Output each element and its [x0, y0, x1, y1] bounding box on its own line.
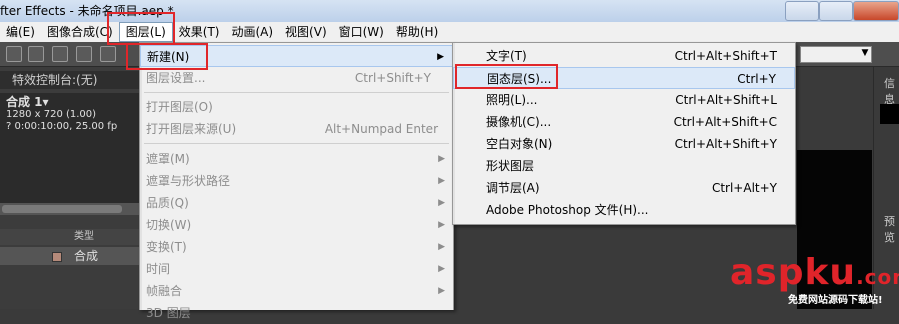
submenu-arrow-icon: ▶: [437, 52, 444, 62]
menu-item-shortcut: Ctrl+Alt+Shift+C: [673, 115, 777, 129]
menu-item-camera[interactable]: 摄像机(C)... Ctrl+Alt+Shift+C: [453, 111, 795, 133]
menu-item-shortcut: Ctrl+Shift+Y: [354, 71, 431, 85]
menu-item-label: 图层设置...: [146, 71, 206, 85]
horizontal-scrollbar[interactable]: [0, 203, 140, 215]
submenu-arrow-icon: ▶: [438, 264, 445, 274]
menu-animation[interactable]: 动画(A): [225, 23, 279, 41]
menu-item-shortcut: Alt+Numpad Enter: [324, 122, 438, 136]
menu-item-mask-shape-path[interactable]: 遮罩与形状路径 ▶: [140, 170, 453, 192]
menu-item-label: 调节层(A): [486, 181, 540, 195]
menu-item-label: 形状图层: [486, 159, 535, 173]
menu-item-label: 空白对象(N): [486, 137, 553, 151]
menu-item-light[interactable]: 照明(L)... Ctrl+Alt+Shift+L: [453, 89, 795, 111]
menu-item-transform[interactable]: 变换(T) ▶: [140, 236, 453, 258]
watermark-logo: aspku.com: [730, 252, 899, 293]
list-item[interactable]: 合成: [0, 247, 140, 265]
menu-view[interactable]: 视图(V): [279, 23, 333, 41]
annotation-highlight-new: [126, 43, 208, 70]
menu-help[interactable]: 帮助(H): [390, 23, 444, 41]
effect-controls-tab[interactable]: 特效控制台:(无): [0, 71, 140, 89]
menu-item-adjustment-layer[interactable]: 调节层(A) Ctrl+Alt+Y: [453, 177, 795, 199]
watermark-subtitle: 免费网站源码下载站!: [788, 295, 883, 306]
project-panel: 特效控制台:(无) 合成 1▾ 1280 x 720 (1.00) ? 0:00…: [0, 67, 140, 309]
preview-panel-title[interactable]: 预览: [884, 213, 899, 245]
menu-item-label: 变换(T): [146, 240, 187, 254]
menu-effect[interactable]: 效果(T): [173, 23, 226, 41]
menu-item-shortcut: Ctrl+Alt+Shift+Y: [674, 137, 777, 151]
menu-item-null-object[interactable]: 空白对象(N) Ctrl+Alt+Shift+Y: [453, 133, 795, 155]
project-list-header: 类型: [0, 229, 140, 245]
maximize-button[interactable]: [819, 1, 853, 21]
menu-item-label: 打开图层(O): [146, 100, 213, 114]
submenu-arrow-icon: ▶: [438, 154, 445, 164]
minimize-button[interactable]: [785, 1, 819, 21]
menu-item-shortcut: Ctrl+Y: [737, 72, 776, 86]
menu-item-label: 帧融合: [146, 284, 183, 298]
menu-item-switch[interactable]: 切换(W) ▶: [140, 214, 453, 236]
type-column-header[interactable]: 类型: [74, 229, 94, 245]
menu-item-frame-blending[interactable]: 帧融合 ▶: [140, 280, 453, 302]
submenu-arrow-icon: ▶: [438, 242, 445, 252]
label-color-swatch[interactable]: [52, 252, 62, 262]
annotation-highlight-solid: [455, 64, 558, 89]
menu-item-label: 品质(Q): [146, 196, 189, 210]
rotate-tool-icon[interactable]: [28, 46, 44, 62]
menu-edit[interactable]: 编(E): [0, 23, 41, 41]
menu-item-label: 打开图层来源(U): [146, 122, 237, 136]
item-type: 合成: [74, 249, 99, 263]
layer-dropdown-menu: 新建(N) ▶ 图层设置... Ctrl+Shift+Y 打开图层(O) 打开图…: [139, 42, 454, 320]
submenu-arrow-icon: ▶: [438, 176, 445, 186]
submenu-arrow-icon: ▶: [438, 198, 445, 208]
menu-item-label: 摄像机(C)...: [486, 115, 552, 129]
camera-tool-icon[interactable]: [52, 46, 68, 62]
pan-behind-tool-icon[interactable]: [76, 46, 92, 62]
mask-tool-icon[interactable]: [100, 46, 116, 62]
composition-size: 1280 x 720 (1.00): [6, 109, 97, 120]
menu-item-open-layer-source[interactable]: 打开图层来源(U) Alt+Numpad Enter: [140, 118, 453, 140]
menu-item-3d-layer[interactable]: 3D 图层: [140, 302, 453, 324]
menu-item-shortcut: Ctrl+Alt+Shift+T: [674, 49, 777, 63]
annotation-highlight-layer-menu: [107, 12, 175, 45]
menu-item-time[interactable]: 时间 ▶: [140, 258, 453, 280]
submenu-arrow-icon: ▶: [438, 220, 445, 230]
menu-item-label: 切换(W): [146, 218, 192, 232]
composition-duration: ? 0:00:10:00, 25.00 fp: [6, 121, 118, 132]
menu-item-mask[interactable]: 遮罩(M) ▶: [140, 148, 453, 170]
menu-item-label: 照明(L)...: [486, 93, 538, 107]
menu-item-open-layer[interactable]: 打开图层(O): [140, 96, 453, 118]
composition-info: 合成 1▾ 1280 x 720 (1.00) ? 0:00:10:00, 25…: [0, 93, 140, 203]
info-panel-title[interactable]: 信息: [884, 75, 899, 107]
info-color-swatch: [880, 104, 899, 124]
composition-name[interactable]: 合成 1▾: [6, 93, 49, 110]
hand-tool-icon[interactable]: [6, 46, 22, 62]
menu-item-shortcut: Ctrl+Alt+Y: [711, 181, 777, 195]
menu-item-label: 时间: [146, 262, 171, 276]
chevron-down-icon: ▼: [861, 48, 869, 58]
menu-item-photoshop-file[interactable]: Adobe Photoshop 文件(H)...: [453, 199, 795, 221]
menu-item-shortcut: Ctrl+Alt+Shift+L: [675, 93, 777, 107]
menu-item-layer-settings[interactable]: 图层设置... Ctrl+Shift+Y: [140, 67, 453, 89]
menu-item-label: 遮罩与形状路径: [146, 174, 231, 188]
menu-item-label: Adobe Photoshop 文件(H)...: [486, 203, 649, 217]
submenu-arrow-icon: ▶: [438, 286, 445, 296]
close-button[interactable]: [853, 1, 899, 21]
menu-window[interactable]: 窗口(W): [333, 23, 390, 41]
menu-item-shape-layer[interactable]: 形状图层: [453, 155, 795, 177]
menu-item-label: 3D 图层: [146, 306, 191, 320]
menu-item-quality[interactable]: 品质(Q) ▶: [140, 192, 453, 214]
menu-item-label: 遮罩(M): [146, 152, 190, 166]
scroll-thumb[interactable]: [2, 205, 122, 213]
